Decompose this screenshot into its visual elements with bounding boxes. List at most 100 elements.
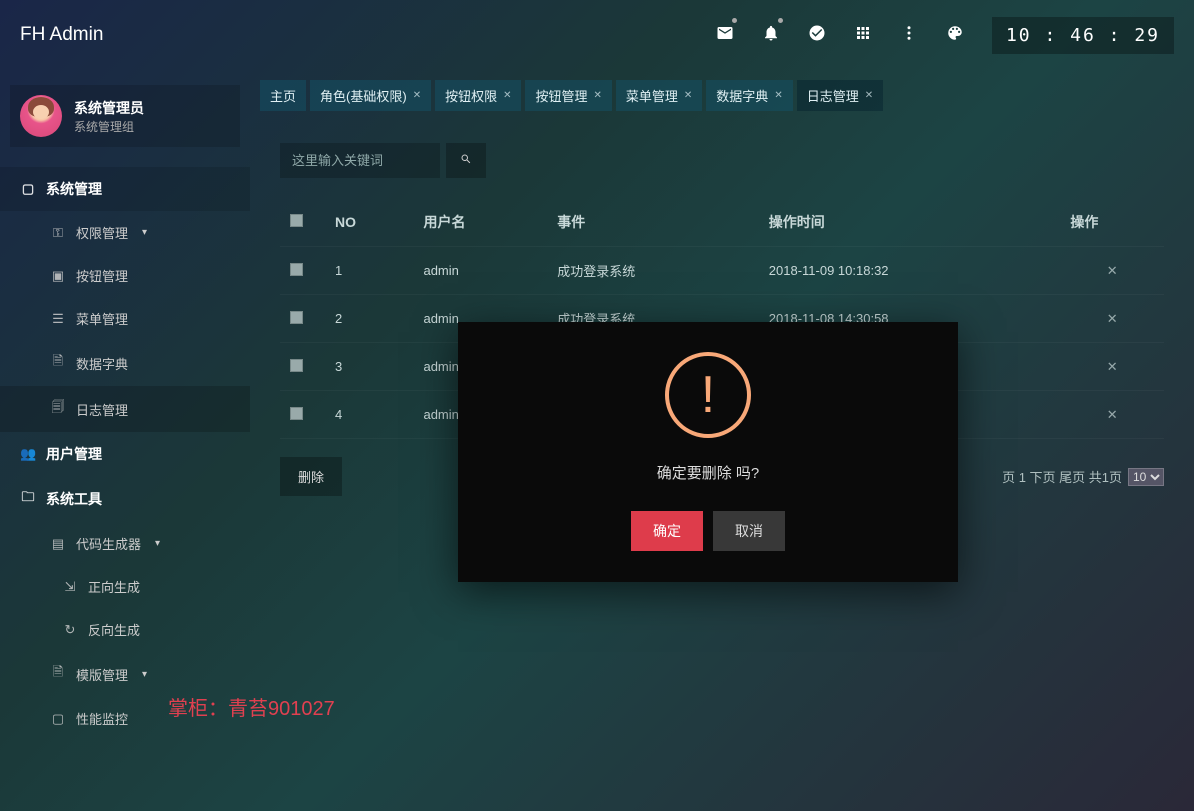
- sidebar-label: 日志管理: [76, 400, 128, 419]
- user-group: 系统管理组: [74, 118, 144, 135]
- list-icon: ☰: [50, 311, 66, 327]
- column-header: NO: [325, 198, 413, 247]
- sidebar-item-codegen[interactable]: ▤ 代码生成器 ▾: [0, 522, 250, 565]
- log-icon: 🗐: [50, 398, 66, 420]
- column-header: 事件: [547, 198, 759, 247]
- sidebar-item-menus[interactable]: ☰ 菜单管理: [0, 297, 250, 340]
- sidebar-item-forward[interactable]: ⇲ 正向生成: [0, 565, 250, 608]
- column-header: 操作: [1060, 198, 1164, 247]
- sidebar-label: 性能监控: [76, 709, 128, 728]
- tab-label: 按钮管理: [535, 86, 587, 105]
- row-delete-icon[interactable]: ✕: [1107, 311, 1118, 326]
- close-icon[interactable]: ✕: [413, 90, 421, 101]
- sidebar-label: 数据字典: [76, 354, 128, 373]
- checkbox-all[interactable]: [290, 214, 303, 227]
- sidebar-label: 按钮管理: [76, 266, 128, 285]
- sidebar-item-templates[interactable]: 🗎 模版管理 ▾: [0, 651, 250, 697]
- refresh-icon: ↻: [62, 622, 78, 638]
- close-icon[interactable]: ✕: [865, 90, 873, 101]
- search-button[interactable]: [446, 143, 486, 178]
- sidebar-item-permissions[interactable]: ⚿ 权限管理 ▾: [0, 211, 250, 254]
- bell-icon[interactable]: [762, 24, 780, 47]
- more-vert-icon[interactable]: [900, 24, 918, 47]
- cell-user: admin: [413, 247, 547, 295]
- confirm-button[interactable]: 确定: [631, 511, 703, 551]
- pager-text[interactable]: 页 1 下页 尾页 共1页: [1002, 467, 1122, 486]
- mail-icon[interactable]: [716, 24, 734, 47]
- key-icon: ⚿: [50, 225, 66, 241]
- avatar: [20, 95, 62, 137]
- cell-no: 3: [325, 343, 413, 391]
- tab[interactable]: 按钮权限 ✕: [435, 80, 521, 111]
- row-delete-icon[interactable]: ✕: [1107, 263, 1118, 278]
- palette-icon[interactable]: [946, 24, 964, 47]
- close-icon[interactable]: ✕: [774, 90, 782, 101]
- row-checkbox[interactable]: [290, 407, 303, 420]
- close-icon[interactable]: ✕: [684, 90, 692, 101]
- app-logo: FH Admin: [20, 24, 103, 46]
- sidebar-label: 系统管理: [46, 179, 102, 199]
- chevron-down-icon: ▾: [155, 538, 160, 549]
- cell-no: 4: [325, 391, 413, 439]
- cell-time: 2018-11-09 10:18:32: [759, 247, 1061, 295]
- sidebar-label: 代码生成器: [76, 534, 141, 553]
- tab[interactable]: 日志管理 ✕: [797, 80, 883, 111]
- header-clock: 10 : 46 : 29: [992, 17, 1174, 54]
- sidebar-item-dict[interactable]: 🗎 数据字典: [0, 340, 250, 386]
- warning-icon: !: [665, 352, 751, 438]
- close-icon[interactable]: ✕: [503, 90, 511, 101]
- sidebar-section-users[interactable]: 👥 用户管理: [0, 432, 250, 476]
- modal-message: 确定要删除 吗?: [657, 462, 760, 483]
- users-icon: 👥: [20, 446, 36, 462]
- search-input[interactable]: [280, 143, 440, 178]
- row-checkbox[interactable]: [290, 359, 303, 372]
- row-checkbox[interactable]: [290, 263, 303, 276]
- user-card[interactable]: 系统管理员 系统管理组: [10, 85, 240, 147]
- table-row: 1admin成功登录系统2018-11-09 10:18:32 ✕: [280, 247, 1164, 295]
- tab-label: 按钮权限: [445, 86, 497, 105]
- confirm-modal: ! 确定要删除 吗? 确定 取消: [458, 322, 958, 582]
- chevron-down-icon: ▾: [142, 669, 147, 680]
- check-circle-icon[interactable]: [808, 24, 826, 47]
- tab-label: 主页: [270, 86, 296, 105]
- sidebar-section-tools[interactable]: 🗀 系统工具: [0, 476, 250, 522]
- page-size-select[interactable]: 10: [1128, 468, 1164, 486]
- stack-icon: ▤: [50, 536, 66, 552]
- sidebar-label: 系统工具: [46, 489, 102, 509]
- tab[interactable]: 数据字典✕: [706, 80, 792, 111]
- row-delete-icon[interactable]: ✕: [1107, 407, 1118, 422]
- sidebar-label: 正向生成: [88, 577, 140, 596]
- pager: 页 1 下页 尾页 共1页 10: [1002, 467, 1164, 486]
- briefcase-icon: 🗀: [20, 488, 36, 510]
- search-icon: [460, 153, 472, 165]
- arrow-out-icon: ⇲: [62, 579, 78, 595]
- tab[interactable]: 菜单管理 ✕: [616, 80, 702, 111]
- cell-no: 1: [325, 247, 413, 295]
- laptop-icon: ▢: [20, 181, 36, 197]
- square-icon: ▣: [50, 268, 66, 284]
- sidebar-item-logs[interactable]: 🗐 日志管理: [0, 386, 250, 432]
- sidebar-label: 用户管理: [46, 444, 102, 464]
- close-icon[interactable]: ✕: [594, 90, 602, 101]
- delete-button[interactable]: 删除: [280, 457, 342, 496]
- row-delete-icon[interactable]: ✕: [1107, 359, 1118, 374]
- row-checkbox[interactable]: [290, 311, 303, 324]
- watermark: 掌柜：青苔901027: [168, 692, 335, 721]
- tab[interactable]: 主页: [260, 80, 306, 111]
- tab-label: 日志管理: [807, 86, 859, 105]
- sidebar-label: 模版管理: [76, 665, 128, 684]
- sidebar-item-buttons[interactable]: ▣ 按钮管理: [0, 254, 250, 297]
- cell-event: 成功登录系统: [547, 247, 759, 295]
- sidebar-item-reverse[interactable]: ↻ 反向生成: [0, 608, 250, 651]
- tab[interactable]: 角色(基础权限) ✕: [310, 80, 431, 111]
- chevron-down-icon: ▾: [142, 227, 147, 238]
- tab-label: 角色(基础权限): [320, 86, 407, 105]
- sidebar-section-system[interactable]: ▢ 系统管理: [0, 167, 250, 211]
- cancel-button[interactable]: 取消: [713, 511, 785, 551]
- file-icon: 🗎: [50, 663, 66, 685]
- apps-icon[interactable]: [854, 24, 872, 47]
- monitor-icon: ▢: [50, 711, 66, 727]
- tab-label: 菜单管理: [626, 86, 678, 105]
- sidebar-label: 权限管理: [76, 223, 128, 242]
- tab[interactable]: 按钮管理 ✕: [525, 80, 611, 111]
